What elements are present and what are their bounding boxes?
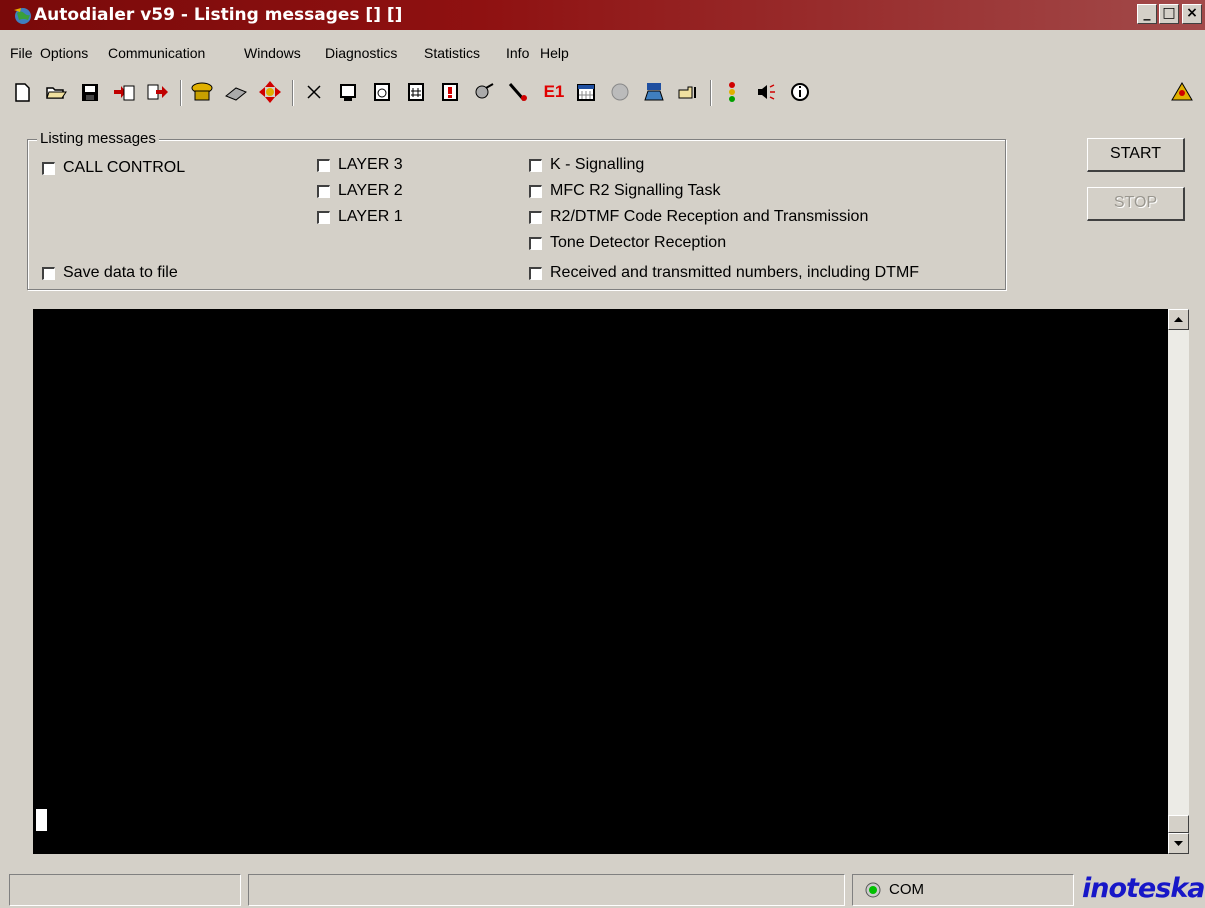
stop-button[interactable]: STOP [1087, 187, 1185, 221]
group-title: Listing messages [37, 130, 159, 147]
menu-bar: File Options Communication Windows Diagn… [0, 41, 1205, 65]
layer1-checkbox[interactable]: LAYER 1 [317, 208, 403, 226]
save-to-file-checkbox[interactable]: Save data to file [42, 264, 178, 282]
status-panel-1 [9, 874, 241, 906]
scissors-icon[interactable] [300, 78, 328, 106]
checkbox-label: MFC R2 Signalling Task [550, 182, 721, 199]
layer2-checkbox[interactable]: LAYER 2 [317, 182, 403, 200]
menu-info[interactable]: Info [506, 45, 529, 61]
checkbox-box[interactable] [529, 236, 542, 250]
speaker-icon[interactable] [752, 78, 780, 106]
cli-phone-icon[interactable] [640, 78, 668, 106]
text-cursor [36, 809, 47, 831]
checkbox-box[interactable] [42, 266, 55, 280]
scroll-up-button[interactable] [1168, 309, 1189, 330]
close-button[interactable]: × [1182, 4, 1202, 24]
alert-icon[interactable] [436, 78, 464, 106]
checkbox-box[interactable] [529, 158, 542, 172]
phone-icon[interactable] [188, 78, 216, 106]
checkbox-label: Save data to file [63, 264, 178, 281]
menu-help[interactable]: Help [540, 45, 569, 61]
move-arrows-icon[interactable] [256, 78, 284, 106]
checkbox-box[interactable] [317, 210, 330, 224]
inoteska-logo: inoteska [1082, 873, 1205, 904]
maximize-button[interactable]: □ [1159, 4, 1179, 24]
hash-icon[interactable] [402, 78, 430, 106]
menu-windows[interactable]: Windows [244, 45, 301, 61]
checkbox-label: CALL CONTROL [63, 159, 186, 176]
menu-statistics[interactable]: Statistics [424, 45, 480, 61]
checkbox-label: LAYER 3 [338, 156, 403, 173]
tools-icon[interactable] [470, 78, 498, 106]
checkbox-box[interactable] [529, 266, 542, 280]
menu-communication[interactable]: Communication [108, 45, 205, 61]
scroll-down-button[interactable] [1168, 833, 1189, 854]
checkbox-box[interactable] [529, 210, 542, 224]
checkbox-box[interactable] [42, 161, 55, 175]
status-panel-2 [248, 874, 845, 906]
globe-icon[interactable] [606, 78, 634, 106]
clock-icon[interactable] [368, 78, 396, 106]
info-icon[interactable] [786, 78, 814, 106]
status-panel-com: COM [852, 874, 1074, 906]
vertical-scrollbar[interactable] [1168, 309, 1189, 854]
message-console[interactable] [33, 309, 1168, 854]
menu-diagnostics[interactable]: Diagnostics [325, 45, 397, 61]
title-bar: Autodialer v59 - Listing messages [] [] … [0, 0, 1205, 30]
toolbar: E1 [0, 74, 1205, 114]
checkbox-label: K - Signalling [550, 156, 645, 173]
checkbox-label: Received and transmitted numbers, includ… [550, 264, 920, 281]
scroll-thumb[interactable] [1168, 815, 1189, 833]
modem-icon[interactable] [222, 78, 250, 106]
save-disk-icon[interactable] [76, 78, 104, 106]
checkbox-label: LAYER 2 [338, 182, 403, 199]
checkbox-box[interactable] [317, 184, 330, 198]
received-numbers-checkbox[interactable]: Received and transmitted numbers, includ… [529, 264, 919, 282]
menu-options[interactable]: Options [40, 45, 88, 61]
traffic-light-icon[interactable] [718, 78, 746, 106]
tone-detector-checkbox[interactable]: Tone Detector Reception [529, 234, 726, 252]
arrow-down-icon [1174, 841, 1183, 846]
monitor-icon[interactable] [334, 78, 362, 106]
status-bar: COM [0, 872, 1205, 908]
com-label: COM [889, 881, 924, 898]
menu-file[interactable]: File [10, 45, 33, 61]
checkbox-label: R2/DTMF Code Reception and Transmission [550, 208, 869, 225]
checkbox-label: LAYER 1 [338, 208, 403, 225]
calendar-icon[interactable] [572, 78, 600, 106]
mfc-r2-checkbox[interactable]: MFC R2 Signalling Task [529, 182, 720, 200]
new-file-icon[interactable] [8, 78, 36, 106]
minimize-button[interactable]: _ [1137, 4, 1157, 24]
r2-dtmf-checkbox[interactable]: R2/DTMF Code Reception and Transmission [529, 208, 868, 226]
call-control-checkbox[interactable]: CALL CONTROL [42, 159, 185, 177]
k-signalling-checkbox[interactable]: K - Signalling [529, 156, 644, 174]
globe-app-icon [14, 8, 31, 24]
start-button[interactable]: START [1087, 138, 1185, 172]
layer3-checkbox[interactable]: LAYER 3 [317, 156, 403, 174]
checkbox-label: Tone Detector Reception [550, 234, 727, 251]
import-icon[interactable] [110, 78, 138, 106]
export-icon[interactable] [144, 78, 172, 106]
warning-icon[interactable] [1168, 78, 1196, 106]
com-led-icon [865, 882, 881, 898]
window-title: Autodialer v59 - Listing messages [] [] [34, 5, 403, 25]
checkbox-box[interactable] [529, 184, 542, 198]
e1-icon[interactable]: E1 [540, 78, 568, 106]
open-folder-icon[interactable] [42, 78, 70, 106]
checkbox-box[interactable] [317, 158, 330, 172]
pointer-icon[interactable] [674, 78, 702, 106]
arrow-up-icon [1174, 317, 1183, 322]
cable-icon[interactable] [504, 78, 532, 106]
